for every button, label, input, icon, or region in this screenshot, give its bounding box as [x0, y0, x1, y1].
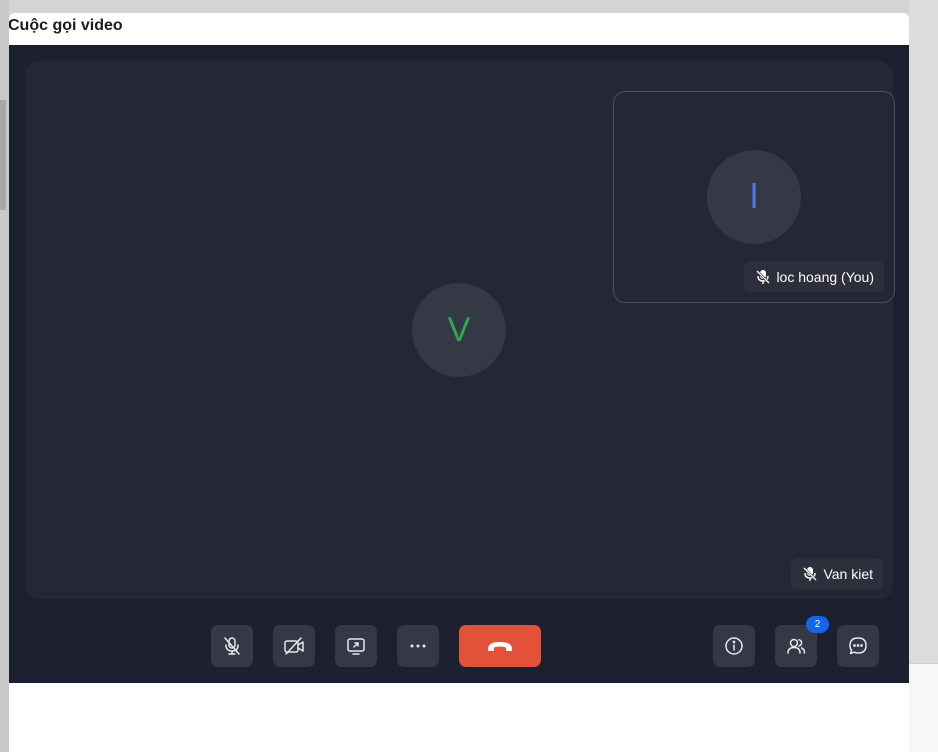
screen-share-icon	[347, 638, 365, 655]
self-video-tile[interactable]: l loc hoang (You)	[613, 91, 895, 303]
self-participant-avatar: l	[707, 150, 801, 244]
mic-off-icon	[224, 637, 240, 655]
chat-button[interactable]	[837, 625, 879, 667]
mic-off-icon	[803, 566, 818, 581]
call-info-button[interactable]	[713, 625, 755, 667]
main-participant-avatar: V	[412, 283, 506, 377]
dialog-header: Cuộc gọi video	[9, 13, 909, 45]
share-screen-button[interactable]	[335, 625, 377, 667]
self-participant-name-tag: loc hoang (You)	[744, 261, 884, 292]
more-options-button[interactable]	[397, 625, 439, 667]
camera-off-icon	[284, 637, 304, 655]
call-area: V Van kiet l loc hoang (You) 2	[9, 45, 909, 683]
background-scrollbar	[0, 100, 6, 210]
more-icon	[410, 644, 426, 648]
toggle-mic-button[interactable]	[211, 625, 253, 667]
background-panel	[909, 663, 938, 752]
self-participant-initial: l	[750, 177, 758, 216]
participants-icon	[787, 638, 806, 654]
dialog-title: Cuộc gọi video	[9, 17, 123, 34]
main-video-stage: V Van kiet l loc hoang (You)	[25, 61, 895, 599]
video-call-dialog: Cuộc gọi video V Van kiet l loc hoang (Y…	[9, 13, 909, 752]
mic-off-icon	[756, 269, 771, 284]
main-participant-initial: V	[447, 310, 471, 349]
main-participant-name: Van kiet	[823, 565, 873, 582]
main-participant-name-tag: Van kiet	[791, 558, 883, 589]
hang-up-icon	[488, 642, 512, 651]
participants-count-badge: 2	[806, 616, 829, 633]
self-participant-name: loc hoang (You)	[776, 268, 874, 285]
toggle-camera-button[interactable]	[273, 625, 315, 667]
end-call-button[interactable]	[459, 625, 541, 667]
info-icon	[725, 637, 743, 655]
background-app-right	[909, 0, 938, 752]
participants-button[interactable]: 2	[775, 616, 829, 667]
call-toolbar: 2	[9, 616, 909, 667]
chat-icon	[849, 637, 867, 655]
background-app-left	[0, 0, 9, 752]
